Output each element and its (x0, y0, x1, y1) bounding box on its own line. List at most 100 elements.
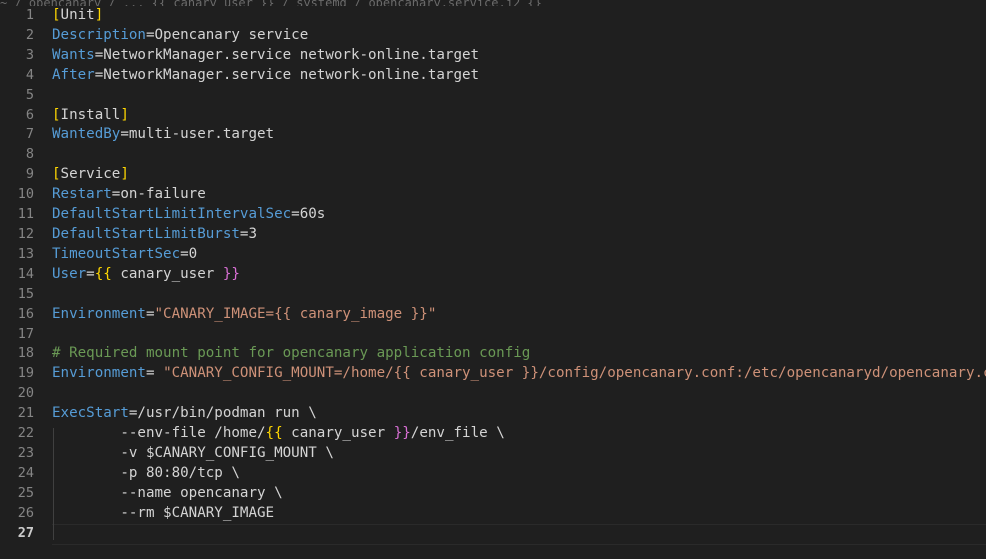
line-number: 9 (0, 165, 34, 185)
code-token: = (146, 365, 163, 381)
code-token: "CANARY_IMAGE={{ canary_image }}" (155, 306, 437, 322)
code-line[interactable]: [Service] (52, 165, 986, 185)
code-line[interactable]: [Install] (52, 106, 986, 126)
code-token: /env_file \ (411, 425, 505, 441)
line-number: 26 (0, 504, 34, 524)
code-line[interactable] (52, 325, 986, 345)
code-area[interactable]: [Unit]Description=Opencanary serviceWant… (52, 6, 986, 543)
line-number: 14 (0, 265, 34, 285)
code-line[interactable]: Environment= "CANARY_CONFIG_MOUNT=/home/… (52, 364, 986, 384)
line-number-gutter: 1234567891011121314151617181920212223242… (0, 6, 34, 543)
line-number: 21 (0, 404, 34, 424)
code-token: = (86, 266, 95, 282)
code-token: WantedBy (52, 126, 120, 142)
code-token: Unit (61, 7, 95, 23)
code-token: Environment (52, 306, 146, 322)
line-number: 27 (0, 524, 34, 544)
code-token: =60s (291, 206, 325, 222)
line-number: 18 (0, 344, 34, 364)
code-token: Service (61, 166, 121, 182)
line-number: 19 (0, 364, 34, 384)
code-token: Description (52, 27, 146, 43)
code-token: canary_user (112, 266, 223, 282)
code-token: }} (394, 425, 411, 441)
code-token: ] (120, 166, 129, 182)
code-token: ] (95, 7, 104, 23)
line-number: 5 (0, 86, 34, 106)
code-token: =NetworkManager.service network-online.t… (95, 67, 479, 83)
code-token: Install (61, 107, 121, 123)
code-token: {{ (95, 266, 112, 282)
line-number: 10 (0, 185, 34, 205)
line-number: 16 (0, 305, 34, 325)
line-number: 6 (0, 106, 34, 126)
line-number: 1 (0, 6, 34, 26)
code-line[interactable] (52, 285, 986, 305)
code-token: =3 (240, 226, 257, 242)
code-token: --env-file /home/ (52, 425, 266, 441)
code-token: ] (120, 107, 129, 123)
code-line[interactable]: User={{ canary_user }} (52, 265, 986, 285)
line-number: 7 (0, 125, 34, 145)
code-token: User (52, 266, 86, 282)
code-line[interactable]: After=NetworkManager.service network-onl… (52, 66, 986, 86)
code-editor[interactable]: ~ / opencanary / ... {{ canary_user }} /… (0, 0, 986, 559)
code-token: ExecStart (52, 405, 129, 421)
code-token: --rm $CANARY_IMAGE (52, 505, 274, 521)
code-token: -v $CANARY_CONFIG_MOUNT \ (52, 445, 334, 461)
code-token: TimeoutStartSec (52, 246, 180, 262)
code-token: --name opencanary \ (52, 485, 283, 501)
code-token: =on-failure (112, 186, 206, 202)
code-token: [ (52, 107, 61, 123)
line-number: 8 (0, 145, 34, 165)
line-number: 3 (0, 46, 34, 66)
code-line[interactable] (52, 86, 986, 106)
code-line[interactable] (52, 524, 986, 544)
line-number: 4 (0, 66, 34, 86)
code-token: Wants (52, 47, 95, 63)
code-token: =/usr/bin/podman run \ (129, 405, 317, 421)
code-line[interactable]: -v $CANARY_CONFIG_MOUNT \ (52, 444, 986, 464)
code-line[interactable]: DefaultStartLimitIntervalSec=60s (52, 205, 986, 225)
code-token: {{ (266, 425, 283, 441)
code-token: =multi-user.target (120, 126, 274, 142)
line-number: 15 (0, 285, 34, 305)
code-line[interactable]: ExecStart=/usr/bin/podman run \ (52, 404, 986, 424)
line-number: 23 (0, 444, 34, 464)
code-token: DefaultStartLimitBurst (52, 226, 240, 242)
code-line[interactable]: Wants=NetworkManager.service network-onl… (52, 46, 986, 66)
code-token: # Required mount point for opencanary ap… (52, 345, 530, 361)
code-token: =Opencanary service (146, 27, 308, 43)
code-line[interactable]: Environment="CANARY_IMAGE={{ canary_imag… (52, 305, 986, 325)
code-line[interactable] (52, 145, 986, 165)
code-token: -p 80:80/tcp \ (52, 465, 240, 481)
code-token: [ (52, 166, 61, 182)
code-line[interactable]: --name opencanary \ (52, 484, 986, 504)
code-token: After (52, 67, 95, 83)
code-line[interactable]: --rm $CANARY_IMAGE (52, 504, 986, 524)
code-line[interactable]: DefaultStartLimitBurst=3 (52, 225, 986, 245)
code-line[interactable]: # Required mount point for opencanary ap… (52, 344, 986, 364)
code-token: [ (52, 7, 61, 23)
code-line[interactable]: Description=Opencanary service (52, 26, 986, 46)
code-line[interactable]: WantedBy=multi-user.target (52, 125, 986, 145)
line-number: 24 (0, 464, 34, 484)
line-number: 20 (0, 384, 34, 404)
code-token: = (146, 306, 155, 322)
line-number: 12 (0, 225, 34, 245)
code-line[interactable] (52, 384, 986, 404)
code-token: Restart (52, 186, 112, 202)
code-token: =NetworkManager.service network-online.t… (95, 47, 479, 63)
line-number: 25 (0, 484, 34, 504)
code-line[interactable]: TimeoutStartSec=0 (52, 245, 986, 265)
code-line[interactable]: -p 80:80/tcp \ (52, 464, 986, 484)
code-token: DefaultStartLimitIntervalSec (52, 206, 291, 222)
line-number: 11 (0, 205, 34, 225)
code-token: }} (223, 266, 240, 282)
code-line[interactable]: Restart=on-failure (52, 185, 986, 205)
line-number: 22 (0, 424, 34, 444)
code-line[interactable]: --env-file /home/{{ canary_user }}/env_f… (52, 424, 986, 444)
line-number: 13 (0, 245, 34, 265)
code-line[interactable]: [Unit] (52, 6, 986, 26)
line-number: 2 (0, 26, 34, 46)
